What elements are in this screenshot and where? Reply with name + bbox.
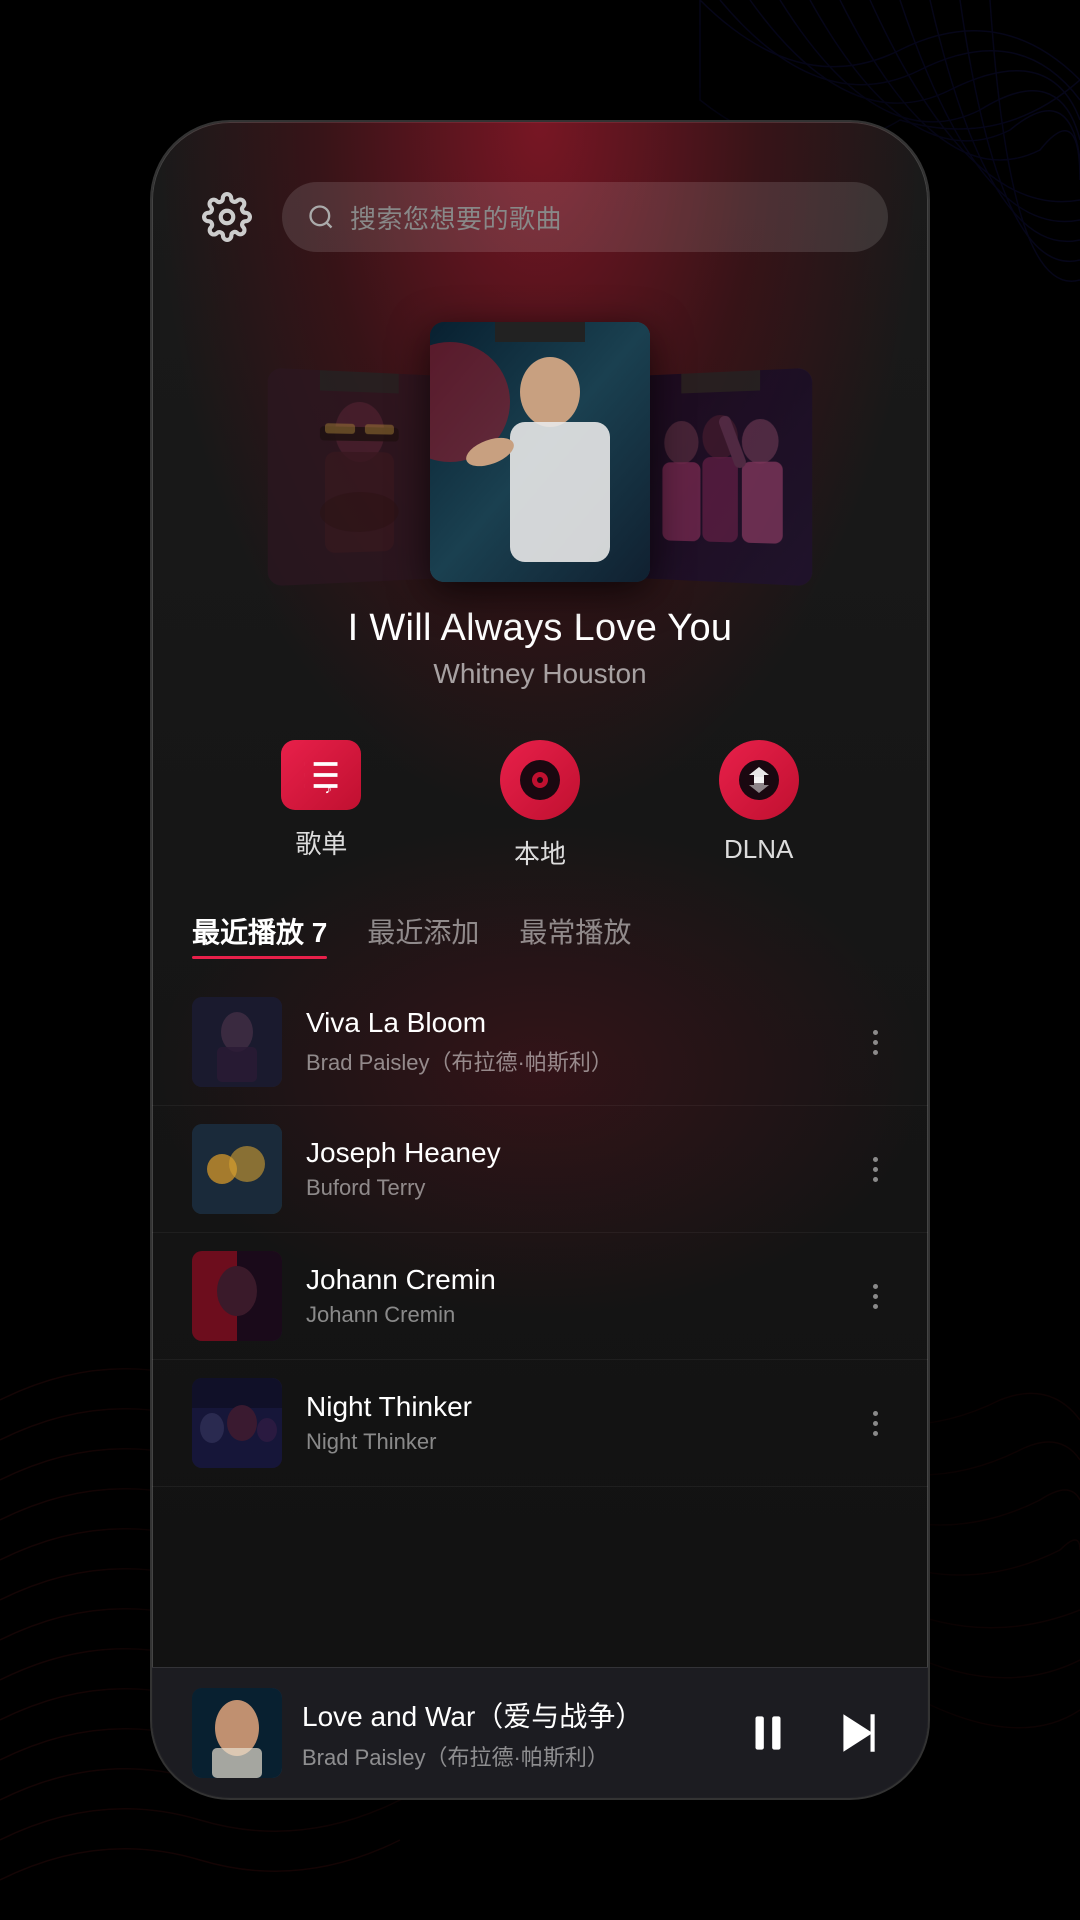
gear-icon <box>202 192 252 242</box>
song-list: Viva La Bloom Brad Paisley（布拉德·帕斯利） <box>152 979 928 1667</box>
song-thumb-4 <box>192 1378 282 1468</box>
skip-next-icon <box>833 1708 883 1758</box>
dlna-icon <box>734 755 784 805</box>
nav-item-playlist[interactable]: ♪ 歌单 <box>281 740 361 871</box>
now-playing-title: Love and War（爱与战争） <box>302 1695 718 1735</box>
song-title-2: Joseph Heaney <box>306 1137 839 1169</box>
song-artist-3: Johann Cremin <box>306 1302 839 1328</box>
featured-song-title: I Will Always Love You <box>192 607 888 650</box>
pause-button[interactable] <box>738 1703 798 1763</box>
song-item-4[interactable]: Night Thinker Night Thinker <box>152 1360 928 1487</box>
dlna-icon-bg <box>719 740 799 820</box>
song-artist-2: Buford Terry <box>306 1175 839 1201</box>
song-details-1: Viva La Bloom Brad Paisley（布拉德·帕斯利） <box>306 1007 839 1077</box>
tab-recent-play[interactable]: 最近播放 7 <box>192 911 327 959</box>
nav-item-dlna[interactable]: DLNA <box>719 740 799 871</box>
song-thumb-2 <box>192 1124 282 1214</box>
vinyl-top-left <box>320 368 399 394</box>
search-placeholder: 搜索您想要的歌曲 <box>350 199 562 236</box>
phone-shell: 搜索您想要的歌曲 <box>150 120 930 1800</box>
svg-text:♪: ♪ <box>325 781 332 797</box>
song-details-2: Joseph Heaney Buford Terry <box>306 1137 839 1201</box>
now-playing-thumb <box>192 1688 282 1778</box>
settings-button[interactable] <box>192 182 262 252</box>
song-item-1[interactable]: Viva La Bloom Brad Paisley（布拉德·帕斯利） <box>152 979 928 1106</box>
now-playing-bar: Love and War（爱与战争） Brad Paisley（布拉德·帕斯利） <box>152 1667 928 1798</box>
album-card-right[interactable] <box>635 368 813 587</box>
song-item-2[interactable]: Joseph Heaney Buford Terry <box>152 1106 928 1233</box>
nav-item-local[interactable]: 本地 <box>500 740 580 871</box>
tabs: 最近播放 7 最近添加 最常播放 <box>152 901 928 979</box>
search-icon <box>307 203 335 231</box>
search-bar[interactable]: 搜索您想要的歌曲 <box>282 182 888 252</box>
vinyl-top-right <box>681 368 760 394</box>
phone-content: 搜索您想要的歌曲 <box>152 122 928 1798</box>
song-artist-4: Night Thinker <box>306 1429 839 1455</box>
local-icon <box>515 755 565 805</box>
song-details-3: Johann Cremin Johann Cremin <box>306 1264 839 1328</box>
album-card-left[interactable] <box>268 368 446 587</box>
next-button[interactable] <box>828 1703 888 1763</box>
tab-most-played[interactable]: 最常播放 <box>519 911 631 959</box>
nav-icons: ♪ 歌单 本地 <box>152 700 928 901</box>
song-thumb-1 <box>192 997 282 1087</box>
song-artist-1: Brad Paisley（布拉德·帕斯利） <box>306 1045 839 1077</box>
playback-controls <box>738 1703 888 1763</box>
song-title-4: Night Thinker <box>306 1391 839 1423</box>
dlna-label: DLNA <box>724 834 793 865</box>
local-icon-bg <box>500 740 580 820</box>
playlist-label: 歌单 <box>295 824 347 861</box>
local-label: 本地 <box>514 834 566 871</box>
song-item-3[interactable]: Johann Cremin Johann Cremin <box>152 1233 928 1360</box>
more-button-2[interactable] <box>863 1147 888 1192</box>
now-playing-info: Love and War（爱与战争） Brad Paisley（布拉德·帕斯利） <box>302 1695 718 1772</box>
song-details-4: Night Thinker Night Thinker <box>306 1391 839 1455</box>
now-playing-artist: Brad Paisley（布拉德·帕斯利） <box>302 1740 718 1772</box>
playlist-icon-bg: ♪ <box>281 740 361 810</box>
album-card-center[interactable] <box>430 322 650 582</box>
playlist-icon: ♪ <box>299 753 343 797</box>
header: 搜索您想要的歌曲 <box>152 122 928 282</box>
album-carousel <box>152 282 928 582</box>
more-button-3[interactable] <box>863 1274 888 1319</box>
more-button-1[interactable] <box>863 1020 888 1065</box>
song-title-1: Viva La Bloom <box>306 1007 839 1039</box>
song-thumb-3 <box>192 1251 282 1341</box>
featured-song-artist: Whitney Houston <box>192 658 888 690</box>
tab-recent-add[interactable]: 最近添加 <box>367 911 479 959</box>
song-title-3: Johann Cremin <box>306 1264 839 1296</box>
more-button-4[interactable] <box>863 1401 888 1446</box>
vinyl-top-center <box>495 322 585 342</box>
pause-icon <box>743 1708 793 1758</box>
song-info: I Will Always Love You Whitney Houston <box>152 582 928 700</box>
